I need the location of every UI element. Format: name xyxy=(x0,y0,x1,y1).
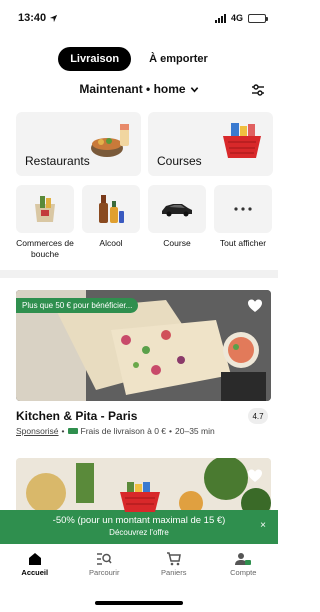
favorite-heart-icon[interactable] xyxy=(247,298,263,314)
home-icon xyxy=(28,552,41,565)
category-courses[interactable]: Courses xyxy=(148,112,273,176)
sponsored-label[interactable]: Sponsorisé xyxy=(16,426,59,436)
promo-banner[interactable]: -50% (pour un montant maximal de 15 €) D… xyxy=(0,482,278,544)
tab-paniers[interactable]: Paniers xyxy=(139,544,209,584)
bottles-icon xyxy=(99,195,124,223)
tab-compte[interactable]: Compte xyxy=(209,544,279,584)
category-label: Restaurants xyxy=(25,154,90,168)
grocery-basket-icon xyxy=(223,123,261,158)
store-title[interactable]: Kitchen & Pita - Paris xyxy=(16,409,137,423)
favorite-heart-icon[interactable] xyxy=(247,468,263,484)
deli-bag-icon xyxy=(35,196,55,222)
tab-parcourir[interactable]: Parcourir xyxy=(70,544,140,584)
location-row: Maintenant • home xyxy=(0,82,278,100)
filter-icon[interactable] xyxy=(250,82,266,98)
store-card-image[interactable]: Plus que 50 € pour bénéficier... xyxy=(16,290,271,401)
category-alcool[interactable]: Alcool xyxy=(82,185,140,249)
delivery-fee: Frais de livraison à 0 € xyxy=(80,426,167,436)
bottom-tab-bar: Accueil Parcourir Paniers Compte xyxy=(0,544,278,584)
delivery-tab[interactable]: Livraison xyxy=(58,47,132,71)
battery-icon xyxy=(248,13,268,23)
meta-separator: • xyxy=(169,426,173,436)
car-icon xyxy=(162,204,192,217)
category-commerces-de-bouche[interactable]: Commerces de bouche xyxy=(16,185,74,259)
location-arrow-icon xyxy=(50,14,58,22)
network-label: 4G xyxy=(230,13,243,23)
account-icon xyxy=(235,552,252,565)
promo-badge: Plus que 50 € pour bénéficier... xyxy=(16,298,139,313)
location-text: Maintenant • home xyxy=(79,82,186,96)
category-label: Courses xyxy=(157,154,202,168)
banner-title: -50% (pour un montant maximal de 15 €) xyxy=(52,515,226,526)
signal-icon xyxy=(214,13,226,23)
category-restaurants[interactable]: Restaurants xyxy=(16,112,141,176)
more-icon xyxy=(234,207,252,211)
category-tout-afficher[interactable]: Tout afficher xyxy=(214,185,272,249)
close-icon[interactable]: × xyxy=(260,520,266,531)
cart-icon xyxy=(167,551,182,565)
meta-separator: • xyxy=(61,426,65,436)
mode-toggle: Livraison À emporter xyxy=(0,47,278,71)
chevron-down-icon xyxy=(190,86,198,93)
location-selector[interactable]: Maintenant • home xyxy=(0,82,278,96)
shopping-basket-icon xyxy=(120,482,160,512)
banner-link[interactable]: Découvrez l'offre xyxy=(0,528,278,537)
delivery-time: 20–35 min xyxy=(175,426,215,436)
delivery-bike-icon xyxy=(67,428,78,434)
tab-accueil[interactable]: Accueil xyxy=(0,544,70,584)
category-course[interactable]: Course xyxy=(148,185,206,249)
search-list-icon xyxy=(97,552,112,565)
store-meta: Sponsorisé • Frais de livraison à 0 € • … xyxy=(16,426,215,436)
status-bar: 13:40 4G xyxy=(0,0,278,36)
status-time: 13:40 xyxy=(18,12,47,24)
rating-badge: 4.7 xyxy=(248,408,268,424)
pickup-tab[interactable]: À emporter xyxy=(137,47,220,71)
food-bowl-icon xyxy=(91,124,129,157)
section-divider xyxy=(0,270,278,278)
home-indicator xyxy=(95,601,183,605)
